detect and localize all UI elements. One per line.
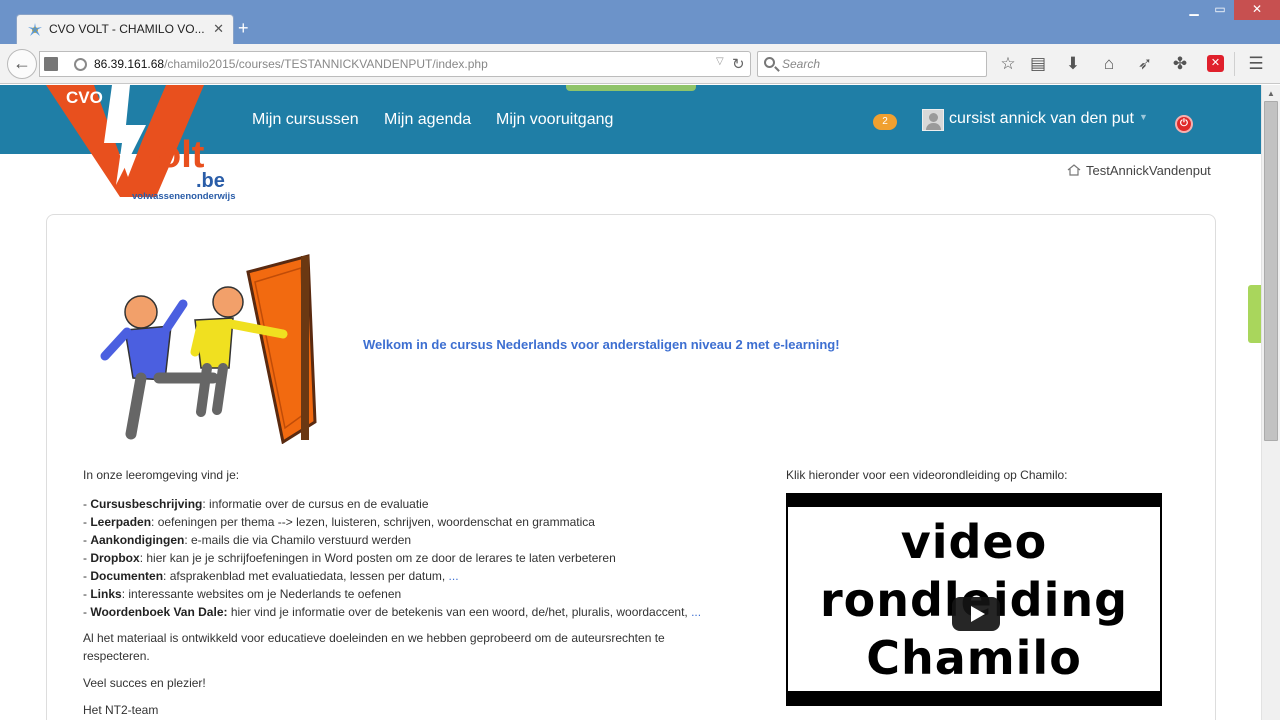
send-icon[interactable]: ➶ [1135,54,1155,74]
play-icon[interactable] [952,597,1000,631]
cvo-volt-logo[interactable]: CVO olt .be volwassenenonderwijs [46,85,246,203]
feature-desc: : oefeningen per thema --> lezen, luiste… [151,515,595,529]
logo-cvo-text: CVO [66,88,103,107]
reload-icon[interactable]: ↻ [732,55,745,73]
disclaimer-text: Al het materiaal is ontwikkeld voor educ… [83,631,665,663]
browser-tab[interactable]: CVO VOLT - CHAMILO VO... ✕ [16,14,234,44]
url-history-dropdown-icon[interactable]: ▽ [716,56,724,67]
breadcrumb: TestAnnickVandenput [1067,163,1211,178]
intro-text: In onze leeromgeving vind je: [83,468,240,482]
home-icon [1067,164,1081,176]
search-icon [764,57,775,68]
list-item: - Dropbox: hier kan je je schrijfoefenin… [83,551,616,565]
tab-title: CVO VOLT - CHAMILO VO... [49,22,205,36]
side-feedback-tab[interactable] [1248,285,1261,343]
window-close-button[interactable]: ✕ [1234,0,1280,20]
list-item: - Leerpaden: oefeningen per thema --> le… [83,515,595,529]
page-info-icon[interactable] [44,57,58,71]
more-link[interactable]: ... [449,569,459,583]
window-maximize-button[interactable]: ▭ [1208,0,1232,20]
nav-my-courses[interactable]: Mijn cursussen [252,111,359,129]
list-item: - Links: interessante websites om je Ned… [83,587,402,601]
wish-text: Veel succes en plezier! [83,676,206,690]
chamilo-favicon-icon [28,23,42,36]
url-path: /chamilo2015/courses/TESTANNICKVANDENPUT… [164,57,488,71]
breadcrumb-course-link[interactable]: TestAnnickVandenput [1086,163,1211,178]
list-item: - Woordenboek Van Dale: hier vind je inf… [83,605,702,619]
feature-term: Leerpaden [90,515,152,529]
menu-icon[interactable]: ☰ [1246,54,1266,74]
logout-power-icon[interactable]: ⏻ [1175,115,1193,133]
new-tab-button[interactable]: + [238,18,249,38]
logo-domain-text: .be [196,170,225,192]
more-link[interactable]: ... [691,605,701,619]
feature-desc: hier vind je informatie over de betekeni… [227,605,692,619]
list-item: - Documenten: afsprakenblad met evaluati… [83,569,459,583]
feature-desc: : hier kan je je schrijfoefeningen in Wo… [139,551,616,565]
feature-desc: : afsprakenblad met evaluatiedata, lesse… [163,569,449,583]
video-title-line: Chamilo [866,631,1082,685]
signature-text: Het NT2-team [83,703,159,717]
chevron-down-icon[interactable]: ▼ [1139,112,1148,122]
feature-term: Links [90,587,122,601]
feature-term: Cursusbeschrijving [90,497,203,511]
address-bar[interactable]: 86.39.161.68/chamilo2015/courses/TESTANN… [39,51,751,77]
feature-list: - Cursusbeschrijving: informatie over de… [83,495,701,621]
tab-close-icon[interactable]: ✕ [213,21,224,37]
logo-tagline-text: volwassenenonderwijs [132,191,235,202]
feature-desc: : interessante websites om je Nederlands… [121,587,402,601]
extension-icon[interactable]: ✤ [1170,54,1190,74]
video-poster: video rondleiding Chamilo [788,507,1160,691]
feature-term: Aankondigingen [90,533,185,547]
scroll-thumb[interactable] [1264,101,1278,441]
welcome-message: Welkom in de cursus Nederlands voor ande… [363,337,840,352]
url-text[interactable]: 86.39.161.68/chamilo2015/courses/TESTANN… [94,57,488,71]
messages-badge[interactable]: 2 [873,114,897,130]
feature-desc: : e-mails die via Chamilo verstuurd werd… [184,533,412,547]
search-box[interactable] [757,51,987,77]
user-menu-name[interactable]: cursist annick van den put [949,110,1134,128]
video-player[interactable]: video rondleiding Chamilo [786,493,1162,706]
list-item: - Aankondigingen: e-mails die via Chamil… [83,533,412,547]
list-item: - Cursusbeschrijving: informatie over de… [83,497,429,511]
home-icon[interactable]: ⌂ [1099,54,1119,74]
feature-term: Documenten [90,569,164,583]
reading-list-icon[interactable]: ▤ [1028,54,1048,74]
video-intro-text: Klik hieronder voor een videorondleiding… [786,468,1068,482]
back-button[interactable]: ← [7,49,37,79]
url-host: 86.39.161.68 [94,57,165,71]
toolbar-separator [1234,52,1235,76]
search-input[interactable] [782,56,972,72]
avatar[interactable] [922,109,944,131]
globe-icon [74,58,87,71]
browser-navbar: ← 86.39.161.68/chamilo2015/courses/TESTA… [0,44,1280,84]
feature-term: Woordenboek Van Dale: [90,605,228,619]
nav-my-agenda[interactable]: Mijn agenda [384,111,471,129]
video-title-line: video [900,515,1048,569]
browser-titlebar: CVO VOLT - CHAMILO VO... ✕ + ▁ ▭ ✕ [0,0,1280,44]
scroll-up-icon[interactable]: ▲ [1267,89,1275,98]
window-minimize-button[interactable]: ▁ [1182,0,1206,20]
pdf-icon[interactable]: ✕ [1207,55,1224,72]
welcome-door-illustration [100,254,317,444]
page-scrollbar[interactable]: ▲ [1261,85,1280,720]
feature-term: Dropbox [90,551,140,565]
feature-desc: : informatie over de cursus en de evalua… [202,497,429,511]
top-toggle-handle[interactable] [566,85,696,91]
download-icon[interactable]: ⬇ [1063,54,1083,74]
star-icon[interactable]: ☆ [998,54,1018,74]
nav-my-progress[interactable]: Mijn vooruitgang [496,111,613,129]
